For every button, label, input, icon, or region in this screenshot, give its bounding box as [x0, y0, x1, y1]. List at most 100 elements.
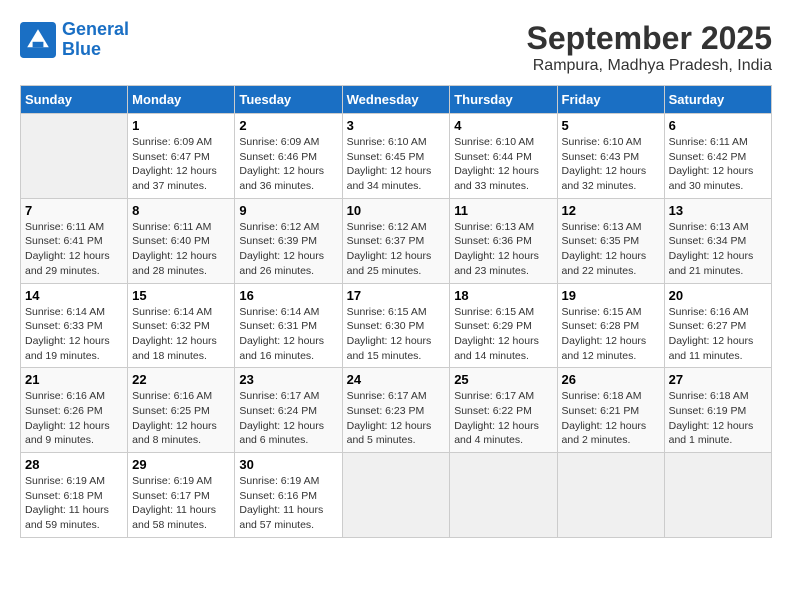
logo-line2: Blue	[62, 39, 101, 59]
calendar-cell: 15 Sunrise: 6:14 AM Sunset: 6:32 PM Dayli…	[128, 283, 235, 368]
calendar-cell: 2Sunrise: 6:09 AM Sunset: 6:46 PM Daylig…	[235, 114, 342, 199]
calendar-cell: 30Sunrise: 6:19 AM Sunset: 6:16 PM Dayli…	[235, 453, 342, 538]
day-info: Sunrise: 6:19 AM Sunset: 6:17 PM Dayligh…	[132, 474, 230, 533]
day-number: 21	[25, 372, 123, 387]
day-number: 18	[454, 288, 552, 303]
col-header-tuesday: Tuesday	[235, 86, 342, 114]
col-header-thursday: Thursday	[450, 86, 557, 114]
logo-icon	[20, 22, 56, 58]
calendar-cell: 29 Sunrise: 6:19 AM Sunset: 6:17 PM Dayli…	[128, 453, 235, 538]
calendar-cell: 16 Sunrise: 6:14 AM Sunset: 6:31 PM Dayli…	[235, 283, 342, 368]
day-info: Sunrise: 6:09 AM Sunset: 6:47 PM Dayligh…	[132, 135, 230, 194]
col-header-saturday: Saturday	[664, 86, 771, 114]
day-info: Sunrise: 6:13 AM Sunset: 6:35 PM Dayligh…	[562, 220, 660, 279]
calendar-week-2: 7 Sunrise: 6:11 AM Sunset: 6:41 PM Daylig…	[21, 198, 772, 283]
day-info: Sunrise: 6:13 AM Sunset: 6:34 PM Dayligh…	[669, 220, 767, 279]
calendar-cell: 8Sunrise: 6:11 AM Sunset: 6:40 PM Daylig…	[128, 198, 235, 283]
day-info: Sunrise: 6:14 AM Sunset: 6:31 PM Dayligh…	[239, 305, 337, 364]
day-number: 26	[562, 372, 660, 387]
day-number: 10	[347, 203, 446, 218]
day-number: 25	[454, 372, 552, 387]
day-number: 15	[132, 288, 230, 303]
calendar-cell: 3Sunrise: 6:10 AM Sunset: 6:45 PM Daylig…	[342, 114, 450, 199]
title-area: September 2025 Rampura, Madhya Pradesh, …	[527, 20, 772, 75]
day-info: Sunrise: 6:19 AM Sunset: 6:18 PM Dayligh…	[25, 474, 123, 533]
calendar-cell: 22 Sunrise: 6:16 AM Sunset: 6:25 PM Dayli…	[128, 368, 235, 453]
day-info: Sunrise: 6:10 AM Sunset: 6:45 PM Dayligh…	[347, 135, 446, 194]
calendar-week-5: 28 Sunrise: 6:19 AM Sunset: 6:18 PM Dayli…	[21, 453, 772, 538]
day-info: Sunrise: 6:12 AM Sunset: 6:39 PM Dayligh…	[239, 220, 337, 279]
col-header-monday: Monday	[128, 86, 235, 114]
col-header-friday: Friday	[557, 86, 664, 114]
day-number: 16	[239, 288, 337, 303]
logo: General Blue	[20, 20, 129, 60]
day-number: 17	[347, 288, 446, 303]
calendar-cell: 28 Sunrise: 6:19 AM Sunset: 6:18 PM Dayli…	[21, 453, 128, 538]
day-number: 28	[25, 457, 123, 472]
day-info: Sunrise: 6:09 AM Sunset: 6:46 PM Dayligh…	[239, 135, 337, 194]
day-number: 4	[454, 118, 552, 133]
day-number: 30	[239, 457, 337, 472]
calendar-week-3: 14 Sunrise: 6:14 AM Sunset: 6:33 PM Dayli…	[21, 283, 772, 368]
day-number: 19	[562, 288, 660, 303]
day-info: Sunrise: 6:15 AM Sunset: 6:28 PM Dayligh…	[562, 305, 660, 364]
day-info: Sunrise: 6:15 AM Sunset: 6:29 PM Dayligh…	[454, 305, 552, 364]
calendar-cell: 24Sunrise: 6:17 AM Sunset: 6:23 PM Dayli…	[342, 368, 450, 453]
day-number: 8	[132, 203, 230, 218]
calendar-week-4: 21 Sunrise: 6:16 AM Sunset: 6:26 PM Dayli…	[21, 368, 772, 453]
day-info: Sunrise: 6:16 AM Sunset: 6:26 PM Dayligh…	[25, 389, 123, 448]
day-info: Sunrise: 6:16 AM Sunset: 6:27 PM Dayligh…	[669, 305, 767, 364]
day-info: Sunrise: 6:13 AM Sunset: 6:36 PM Dayligh…	[454, 220, 552, 279]
day-info: Sunrise: 6:18 AM Sunset: 6:21 PM Dayligh…	[562, 389, 660, 448]
day-info: Sunrise: 6:18 AM Sunset: 6:19 PM Dayligh…	[669, 389, 767, 448]
logo-line1: General	[62, 19, 129, 39]
day-number: 11	[454, 203, 552, 218]
calendar-cell: 4 Sunrise: 6:10 AM Sunset: 6:44 PM Daylig…	[450, 114, 557, 199]
day-number: 14	[25, 288, 123, 303]
day-number: 27	[669, 372, 767, 387]
logo-text: General Blue	[62, 20, 129, 60]
calendar-cell: 27 Sunrise: 6:18 AM Sunset: 6:19 PM Dayli…	[664, 368, 771, 453]
day-info: Sunrise: 6:11 AM Sunset: 6:42 PM Dayligh…	[669, 135, 767, 194]
calendar-cell	[342, 453, 450, 538]
day-info: Sunrise: 6:17 AM Sunset: 6:24 PM Dayligh…	[239, 389, 337, 448]
calendar-cell: 13 Sunrise: 6:13 AM Sunset: 6:34 PM Dayli…	[664, 198, 771, 283]
day-info: Sunrise: 6:14 AM Sunset: 6:33 PM Dayligh…	[25, 305, 123, 364]
calendar-cell: 18 Sunrise: 6:15 AM Sunset: 6:29 PM Dayli…	[450, 283, 557, 368]
calendar-cell: 1 Sunrise: 6:09 AM Sunset: 6:47 PM Daylig…	[128, 114, 235, 199]
day-number: 12	[562, 203, 660, 218]
day-info: Sunrise: 6:10 AM Sunset: 6:44 PM Dayligh…	[454, 135, 552, 194]
calendar-table: SundayMondayTuesdayWednesdayThursdayFrid…	[20, 85, 772, 538]
day-info: Sunrise: 6:14 AM Sunset: 6:32 PM Dayligh…	[132, 305, 230, 364]
day-number: 9	[239, 203, 337, 218]
calendar-cell: 10 Sunrise: 6:12 AM Sunset: 6:37 PM Dayli…	[342, 198, 450, 283]
day-number: 29	[132, 457, 230, 472]
calendar-cell: 7 Sunrise: 6:11 AM Sunset: 6:41 PM Daylig…	[21, 198, 128, 283]
calendar-cell: 5 Sunrise: 6:10 AM Sunset: 6:43 PM Daylig…	[557, 114, 664, 199]
day-number: 22	[132, 372, 230, 387]
calendar-cell: 6 Sunrise: 6:11 AM Sunset: 6:42 PM Daylig…	[664, 114, 771, 199]
day-number: 5	[562, 118, 660, 133]
calendar-cell	[450, 453, 557, 538]
calendar-cell: 20Sunrise: 6:16 AM Sunset: 6:27 PM Dayli…	[664, 283, 771, 368]
day-number: 7	[25, 203, 123, 218]
calendar-week-1: 1 Sunrise: 6:09 AM Sunset: 6:47 PM Daylig…	[21, 114, 772, 199]
calendar-cell	[664, 453, 771, 538]
day-info: Sunrise: 6:12 AM Sunset: 6:37 PM Dayligh…	[347, 220, 446, 279]
day-info: Sunrise: 6:10 AM Sunset: 6:43 PM Dayligh…	[562, 135, 660, 194]
month-title: September 2025	[527, 20, 772, 57]
day-number: 6	[669, 118, 767, 133]
calendar-cell: 11 Sunrise: 6:13 AM Sunset: 6:36 PM Dayli…	[450, 198, 557, 283]
calendar-cell: 14 Sunrise: 6:14 AM Sunset: 6:33 PM Dayli…	[21, 283, 128, 368]
calendar-cell: 12 Sunrise: 6:13 AM Sunset: 6:35 PM Dayli…	[557, 198, 664, 283]
calendar-cell: 26 Sunrise: 6:18 AM Sunset: 6:21 PM Dayli…	[557, 368, 664, 453]
day-number: 13	[669, 203, 767, 218]
day-info: Sunrise: 6:16 AM Sunset: 6:25 PM Dayligh…	[132, 389, 230, 448]
day-info: Sunrise: 6:17 AM Sunset: 6:22 PM Dayligh…	[454, 389, 552, 448]
day-info: Sunrise: 6:17 AM Sunset: 6:23 PM Dayligh…	[347, 389, 446, 448]
calendar-cell	[21, 114, 128, 199]
calendar-cell: 25 Sunrise: 6:17 AM Sunset: 6:22 PM Dayli…	[450, 368, 557, 453]
day-info: Sunrise: 6:11 AM Sunset: 6:41 PM Dayligh…	[25, 220, 123, 279]
calendar-cell: 9 Sunrise: 6:12 AM Sunset: 6:39 PM Daylig…	[235, 198, 342, 283]
day-number: 1	[132, 118, 230, 133]
